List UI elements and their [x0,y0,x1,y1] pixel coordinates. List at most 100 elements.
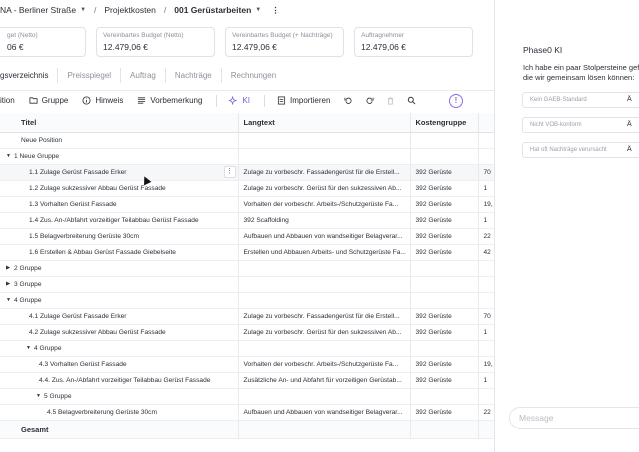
cell-kostengruppe[interactable] [410,260,479,277]
cell-langtext[interactable]: Zulage zu vorbeschr. Fassadengerüst für … [238,308,411,325]
caret-down-icon[interactable]: ▼ [6,297,14,303]
cell-extra[interactable] [478,260,494,277]
issue-action-button[interactable]: Ä [627,146,632,153]
cell-kostengruppe[interactable]: 392 Gerüste [410,308,479,325]
cell-extra[interactable]: 19, [478,356,494,373]
row-menu-icon[interactable]: ⋮ [223,165,236,178]
table-row[interactable]: Neue Position [0,132,494,149]
cell-extra[interactable]: 1 [478,180,494,197]
cell-langtext[interactable]: Zusätzliche An- und Abfahrt für vorzeiti… [238,372,411,389]
cell-extra[interactable] [478,148,494,165]
table-row[interactable]: 1.2 Zulage sukzessiver Abbau Gerüst Fass… [0,180,494,197]
cell-kostengruppe[interactable]: 392 Gerüste [410,212,479,229]
tab-leistungsverzeichnis[interactable]: gsverzeichnis [0,68,57,83]
cell-langtext[interactable] [238,148,411,165]
cell-extra[interactable]: 1 [478,372,494,389]
more-options-icon[interactable]: ⋮ [271,5,280,16]
table-row[interactable]: 1.1 Zulage Gerüst Fassade Erker ⋮ Zulage z… [0,164,494,181]
cell-title[interactable]: 4.5 Belagverbreiterung Gerüste 30cm [0,404,239,421]
cell-title[interactable]: 4.4. Zus. An-/Abfahrt vorzeitiger Teilab… [0,372,239,389]
table-row[interactable]: 1.6 Erstellen & Abbau Gerüst Fassade Gie… [0,244,494,261]
issue-chip[interactable]: Kein GAEB-Standard Ä [522,92,639,108]
cell-langtext[interactable]: Aufbauen und Abbauen von wandseitiger Be… [238,404,411,421]
cell-langtext[interactable]: Zulage zu vorbeschr. Gerüst für den sukz… [238,180,411,197]
cell-title[interactable]: 1.1 Zulage Gerüst Fassade Erker ⋮ [0,164,239,181]
chevron-down-icon[interactable]: ▼ [255,7,261,13]
cell-langtext[interactable] [238,132,411,149]
cell-kostengruppe[interactable]: 392 Gerüste [410,244,479,261]
cell-langtext[interactable] [238,276,411,293]
cell-kostengruppe[interactable] [410,148,479,165]
cell-kostengruppe[interactable]: 392 Gerüste [410,196,479,213]
table-row[interactable]: 4.1 Zulage Gerüst Fassade Erker Zulage zu… [0,308,494,325]
add-hint-button[interactable]: Hinweis [82,96,123,105]
cell-title[interactable]: Neue Position [0,132,239,149]
column-header-langtext[interactable]: Langtext [238,113,411,133]
table-row[interactable]: ▶ 2 Gruppe [0,260,494,277]
caret-down-icon[interactable]: ▼ [36,393,44,399]
cell-langtext[interactable]: Zulage zu vorbeschr. Gerüst für den sukz… [238,324,411,341]
issue-chip[interactable]: Hat oft Nachträge verursacht Ä [522,142,639,158]
table-row[interactable]: ▼ 4 Gruppe [0,292,494,309]
cell-title[interactable]: 1.5 Belagverbreiterung Gerüste 30cm [0,228,239,245]
cell-langtext[interactable] [238,388,411,405]
breadcrumb-section[interactable]: Projektkosten [104,5,156,15]
cell-extra[interactable]: 70 [478,164,494,181]
table-row[interactable]: 1.3 Vorhalten Gerüst Fassade Vorhalten de… [0,196,494,213]
cell-extra[interactable] [478,276,494,293]
cell-title[interactable]: 4.2 Zulage sukzessiver Abbau Gerüst Fass… [0,324,239,341]
cell-langtext[interactable]: Vorhalten der vorbeschr. Arbeits-/Schutz… [238,196,411,213]
add-preface-button[interactable]: Vorbemerkung [137,96,202,105]
cell-title[interactable]: ▼ 4 Gruppe [0,340,239,357]
cell-langtext[interactable]: Zulage zu vorbeschr. Fassadengerüst für … [238,164,411,181]
cell-extra[interactable]: 22 [478,404,494,421]
breadcrumb-current[interactable]: 001 Gerüstarbeiten [174,5,251,15]
cell-title[interactable]: ▼ 5 Gruppe [0,388,239,405]
cell-kostengruppe[interactable]: 392 Gerüste [410,180,479,197]
table-row[interactable]: 4.3 Vorhalten Gerüst Fassade Vorhalten de… [0,356,494,373]
cell-title[interactable]: ▶ 2 Gruppe [0,260,239,277]
table-row[interactable]: 1.5 Belagverbreiterung Gerüste 30cm Aufba… [0,228,494,245]
cell-langtext[interactable]: 392 Scaffolding [238,212,411,229]
caret-down-icon[interactable]: ▼ [6,153,14,159]
chevron-down-icon[interactable]: ▼ [80,7,86,13]
undo-button[interactable] [344,96,357,105]
import-button[interactable]: Importieren [277,96,330,105]
issue-chip[interactable]: Nicht VOB-konform Ä [522,117,639,133]
cell-extra[interactable]: 19, [478,196,494,213]
cell-title[interactable]: ▶ 3 Gruppe [0,276,239,293]
tab-nachtraege[interactable]: Nachträge [164,67,221,83]
add-position-button[interactable]: ition [0,96,15,105]
cell-kostengruppe[interactable]: 392 Gerüste [410,372,479,389]
cell-extra[interactable] [478,388,494,405]
issue-action-button[interactable]: Ä [627,96,632,103]
table-row[interactable]: ▼ 4 Gruppe [0,340,494,357]
search-button[interactable] [407,96,420,105]
table-row[interactable]: ▼ 5 Gruppe [0,388,494,405]
cell-title[interactable]: ▼ 1 Neue Gruppe [0,148,239,165]
cell-kostengruppe[interactable]: 392 Gerüste [410,324,479,341]
cell-extra[interactable] [478,132,494,149]
cell-langtext[interactable] [238,260,411,277]
caret-right-icon[interactable]: ▶ [6,265,14,271]
cell-title[interactable]: ▼ 4 Gruppe [0,292,239,309]
ki-button[interactable]: KI [229,96,250,105]
cell-kostengruppe[interactable]: 392 Gerüste [410,404,479,421]
cell-langtext[interactable]: Erstellen und Abbauen Arbeits- und Schut… [238,244,411,261]
cell-extra[interactable]: 42 [478,244,494,261]
cell-kostengruppe[interactable] [410,388,479,405]
tab-auftrag[interactable]: Auftrag [120,67,165,83]
cell-kostengruppe[interactable] [410,276,479,293]
cell-title[interactable]: 1.3 Vorhalten Gerüst Fassade [0,196,239,213]
breadcrumb-project[interactable]: NA - Berliner Straße [0,5,76,15]
issue-action-button[interactable]: Ä [627,121,632,128]
cell-title[interactable]: 1.2 Zulage sukzessiver Abbau Gerüst Fass… [0,180,239,197]
cell-extra[interactable]: 22 [478,228,494,245]
tab-rechnungen[interactable]: Rechnungen [220,67,285,83]
cell-title[interactable]: 1.4 Zus. An-/Abfahrt vorzeitiger Teilabb… [0,212,239,229]
table-row[interactable]: 4.5 Belagverbreiterung Gerüste 30cm Aufba… [0,404,494,421]
cell-extra[interactable]: 1 [478,324,494,341]
cell-extra[interactable]: 1 [478,212,494,229]
cell-kostengruppe[interactable] [410,132,479,149]
cell-extra[interactable] [478,340,494,357]
